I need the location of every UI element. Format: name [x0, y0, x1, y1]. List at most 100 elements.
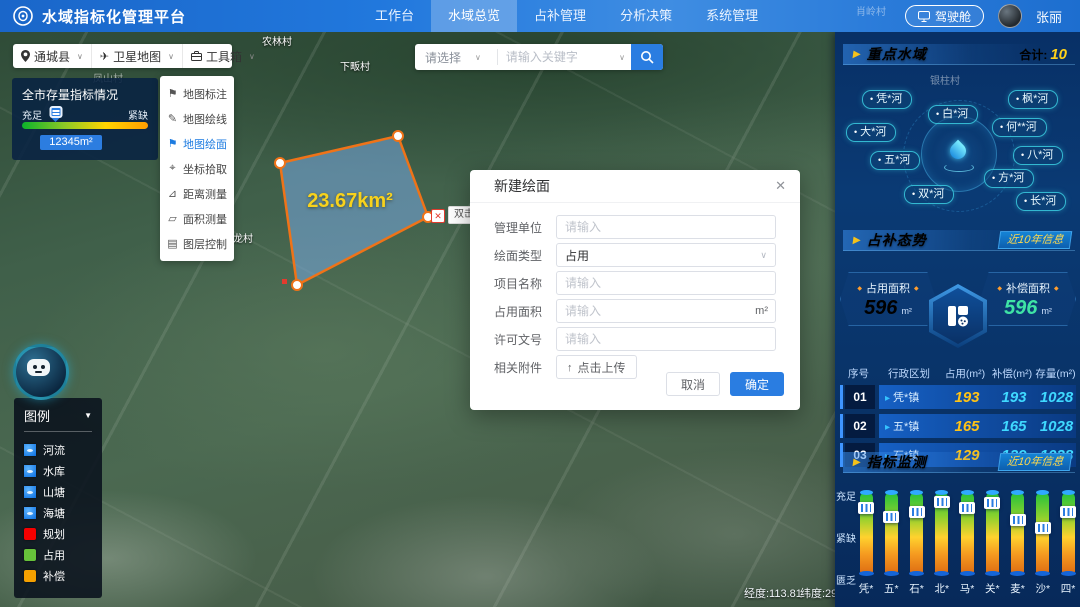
tab-water-overview[interactable]: 水域总览	[431, 0, 517, 32]
tab-system[interactable]: 系统管理	[689, 0, 775, 32]
cockpit-button[interactable]: 驾驶舱	[905, 5, 984, 27]
tab-analysis[interactable]: 分析决策	[603, 0, 689, 32]
chevron-down-icon[interactable]: ∨	[619, 53, 625, 62]
cockpit-button-label: 驾驶舱	[935, 8, 971, 25]
close-icon[interactable]	[775, 178, 786, 194]
menu-item-pick-coordinate[interactable]: 坐标拾取	[160, 156, 234, 181]
app-header: 水域指标化管理平台 工作台 水域总览 占补管理 分析决策 系统管理 驾驶舱 张丽…	[0, 0, 1080, 32]
col-header: 存量(m²)	[1035, 366, 1076, 381]
basemap-dropdown-label: 卫星地图	[113, 48, 161, 65]
user-name: 张丽	[1036, 7, 1062, 26]
city-stock-indicator-panel: 全市存量指标情况 充足 紧缺 12345m²	[12, 78, 158, 160]
satellite-icon: ✈	[100, 50, 109, 63]
toolbox-icon	[191, 51, 202, 61]
seawall-icon	[24, 507, 36, 519]
area-icon	[167, 212, 178, 225]
stock-gradient-bar	[22, 122, 148, 129]
y-axis-label: 紧缺	[836, 530, 856, 545]
legend-item-compensation: 补偿	[24, 565, 92, 586]
logo-icon	[12, 5, 34, 27]
map-village-label: 农林村	[262, 33, 292, 48]
col-header: 序号	[840, 366, 877, 381]
tab-workbench[interactable]: 工作台	[358, 0, 431, 32]
new-polygon-dialog: 新建绘面 管理单位 绘面类型 占用 项目名称 占用面积 m² 许可文号 相关附件	[470, 170, 800, 410]
river-button[interactable]: 双*河	[904, 185, 954, 204]
menu-item-draw-line[interactable]: 地图绘线	[160, 106, 234, 131]
cancel-button[interactable]: 取消	[666, 372, 720, 396]
tab-occupy-manage[interactable]: 占补管理	[517, 0, 603, 32]
chart-category-label: 四*	[1061, 581, 1076, 596]
river-button[interactable]: 枫*河	[1008, 90, 1058, 109]
legend-item-label: 海塘	[43, 505, 65, 521]
legend-item-label: 山塘	[43, 484, 65, 500]
main-nav: 工作台 水域总览 占补管理 分析决策 系统管理	[358, 0, 775, 32]
col-header: 行政区划	[877, 366, 941, 381]
river-button[interactable]: 凭*河	[862, 90, 912, 109]
legend-item-label: 补偿	[43, 568, 65, 584]
legend-item-label: 规划	[43, 526, 65, 542]
confirm-button[interactable]: 确定	[730, 372, 784, 396]
table-row[interactable]: 02 五*镇 165 165 1028	[840, 414, 1076, 438]
menu-item-layer-control[interactable]: 图层控制	[160, 231, 234, 256]
gauge-marker	[984, 497, 1000, 509]
menu-item-draw-polygon[interactable]: 地图绘面	[160, 131, 234, 156]
key-waters-total: 合计:10	[1019, 46, 1067, 63]
menu-item-label: 图层控制	[183, 236, 227, 252]
occupied-area-input[interactable]	[556, 299, 776, 323]
river-button[interactable]: 白*河	[928, 105, 978, 124]
river-button[interactable]: 方*河	[984, 169, 1034, 188]
crosshair-icon	[167, 162, 178, 175]
chevron-down-icon: ∨	[475, 53, 481, 62]
legend-item-river: 河流	[24, 439, 92, 460]
menu-item-map-annotate[interactable]: 地图标注	[160, 81, 234, 106]
legend-item-reservoir: 水库	[24, 460, 92, 481]
river-button[interactable]: 何**河	[992, 118, 1047, 137]
gauge-marker	[858, 502, 874, 514]
project-name-input[interactable]	[556, 271, 776, 295]
search-category-value: 请选择	[425, 49, 461, 66]
basemap-dropdown[interactable]: ✈ 卫星地图	[91, 44, 182, 68]
pond-icon	[24, 486, 36, 498]
chart-category-label: 马*	[960, 581, 975, 596]
map-toolbar: 通城县 ✈ 卫星地图 工具箱	[13, 44, 232, 68]
menu-item-measure-distance[interactable]: 距离测量	[160, 181, 234, 206]
compensated-area-label: 补偿面积	[997, 280, 1058, 296]
y-axis-label: 充足	[836, 488, 856, 503]
menu-item-label: 地图标注	[183, 86, 227, 102]
menu-item-measure-area[interactable]: 面积测量	[160, 206, 234, 231]
river-icon	[24, 444, 36, 456]
region-dropdown[interactable]: 通城县	[13, 44, 91, 68]
gauge-bar	[885, 492, 898, 574]
toolbox-dropdown[interactable]: 工具箱	[182, 44, 263, 68]
gauge-marker	[934, 496, 950, 508]
search-button[interactable]	[631, 44, 663, 70]
stock-left-label: 充足	[22, 107, 42, 122]
manage-unit-input[interactable]	[556, 215, 776, 239]
river-button[interactable]: 大*河	[846, 123, 896, 142]
user-avatar[interactable]	[998, 4, 1022, 28]
menu-item-label: 地图绘线	[183, 111, 227, 127]
search-category-select[interactable]: 请选择 ∨	[415, 49, 497, 66]
water-drop-base	[944, 163, 974, 172]
river-button[interactable]: 长*河	[1016, 192, 1066, 211]
river-button[interactable]: 五*河	[870, 151, 920, 170]
occupied-color-swatch	[24, 549, 36, 561]
legend-header[interactable]: 图例 ▼	[24, 406, 92, 425]
key-waters-title: 重点水域	[867, 44, 927, 64]
ai-assistant-button[interactable]	[13, 344, 69, 400]
compensated-area-value: 596m²	[1004, 298, 1052, 318]
upload-button[interactable]: 点击上传	[556, 355, 637, 379]
legend-item-label: 河流	[43, 442, 65, 458]
region-dropdown-label: 通城县	[34, 48, 70, 65]
permit-number-input[interactable]	[556, 327, 776, 351]
gauge-marker	[1060, 506, 1076, 518]
robot-icon	[27, 359, 50, 376]
tiles-icon	[946, 304, 970, 328]
table-row[interactable]: 01 凭*镇 193 193 1028	[840, 385, 1076, 409]
river-button[interactable]: 八*河	[1013, 146, 1063, 165]
search-input[interactable]	[498, 50, 619, 64]
delete-polygon-button[interactable]	[431, 209, 445, 223]
draw-type-select[interactable]: 占用	[556, 243, 776, 267]
key-waters-header: 重点水域 合计:10	[843, 44, 1075, 65]
stock-right-label: 紧缺	[128, 107, 148, 122]
